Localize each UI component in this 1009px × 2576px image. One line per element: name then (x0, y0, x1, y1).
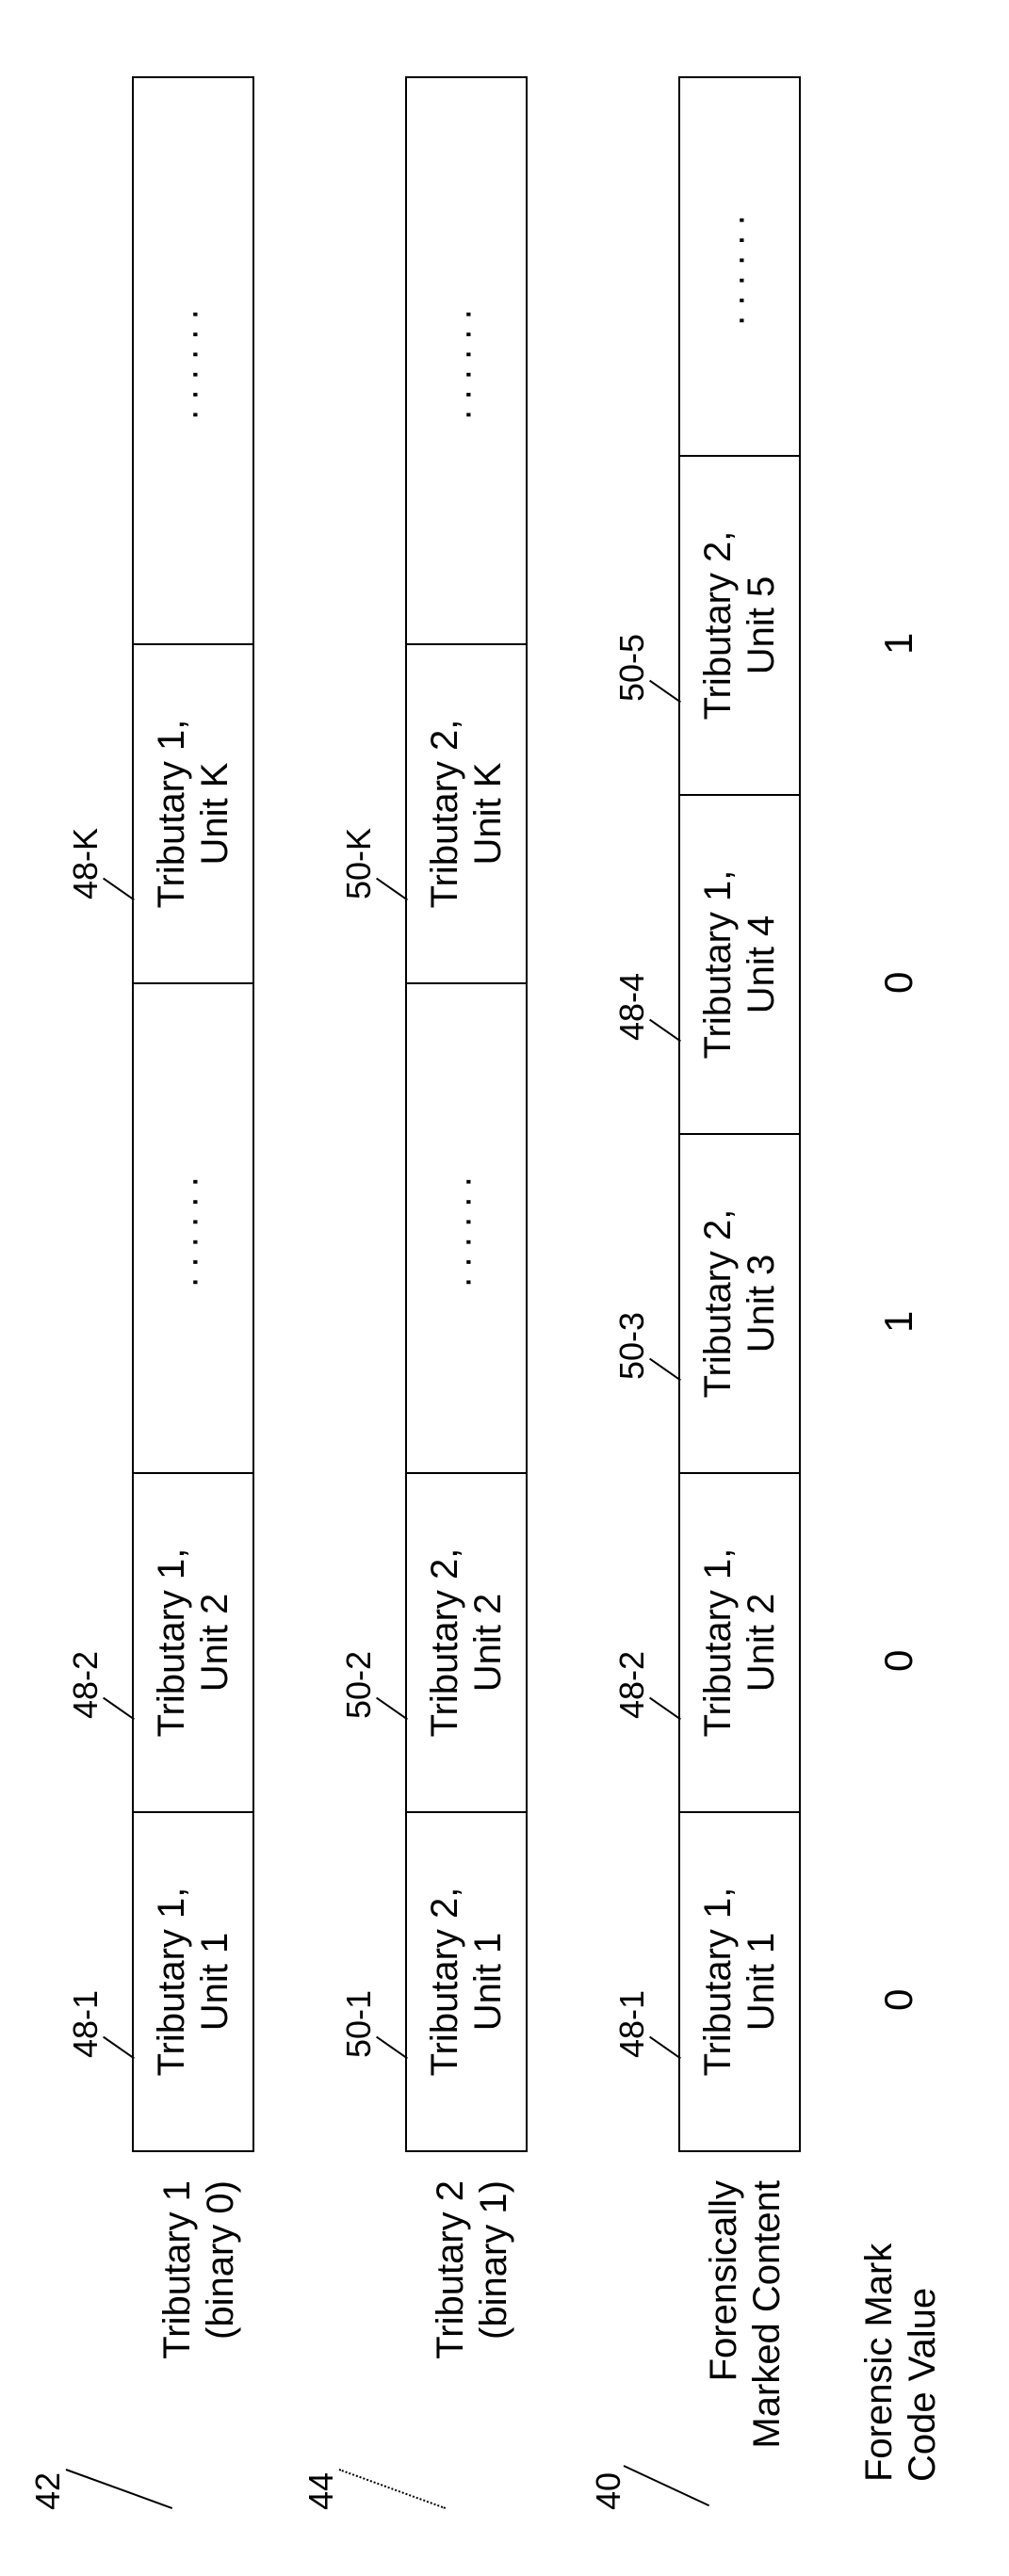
lead-line (66, 2469, 172, 2509)
row2-cell-k: Tributary 2, Unit K (407, 643, 526, 982)
row1-cell-tail: ······ (134, 78, 252, 643)
row3-ref-48-2: 48-2 (612, 1651, 652, 1719)
lead (376, 2036, 408, 2060)
row2-label: Tributary 2 (binary 1) (429, 2180, 515, 2472)
lead (649, 1358, 681, 1382)
row3-label-line1: Forensically (703, 2180, 744, 2381)
row3-ref-48-1: 48-1 (612, 1990, 652, 2058)
row1-label-line2: (binary 0) (200, 2180, 241, 2340)
row2-ref-50-k: 50-K (339, 828, 379, 899)
row1-cell-k: Tributary 1, Unit K (134, 643, 252, 982)
row1-strip: Tributary 1, Unit 1 Tributary 1, Unit 2 … (132, 76, 254, 2152)
row2-cell-1: Tributary 2, Unit 1 (407, 1811, 526, 2150)
row2-ref-50-1: 50-1 (339, 1990, 379, 2058)
lead (649, 2036, 681, 2060)
row1-cell-dots: ······ (134, 982, 252, 1472)
row3-strip: Tributary 1, Unit 1 Tributary 1, Unit 2 … (678, 76, 801, 2152)
row1-label-line1: Tributary 1 (156, 2180, 198, 2359)
row1-cell-2: Tributary 1, Unit 2 (134, 1472, 252, 1811)
row1-cell-1: Tributary 1, Unit 1 (134, 1811, 252, 2150)
lead (103, 878, 135, 901)
lead (649, 1697, 681, 1721)
row2-strip: Tributary 2, Unit 1 Tributary 2, Unit 2 … (405, 76, 528, 2152)
code-v5: 1 (876, 633, 921, 655)
ref-44: 44 (301, 2472, 341, 2510)
row3-cell-1: Tributary 1, Unit 1 (680, 1811, 799, 2150)
lead (103, 2036, 135, 2060)
row2-cell-2: Tributary 2, Unit 2 (407, 1472, 526, 1811)
row3-label: Forensically Marked Content (702, 2180, 789, 2519)
code-label-line2: Code Value (902, 2288, 943, 2482)
row3-ref-50-5: 50-5 (612, 634, 652, 702)
code-label: Forensic Mark Code Value (857, 2180, 944, 2482)
row1-ref-48-k: 48-K (66, 828, 106, 899)
row3-cell-2: Tributary 1, Unit 2 (680, 1472, 799, 1811)
lead (376, 1697, 408, 1721)
lead (649, 680, 681, 704)
row3-ref-50-3: 50-3 (612, 1312, 652, 1380)
row3-cell-3: Tributary 2, Unit 3 (680, 1133, 799, 1472)
code-v1: 0 (876, 1989, 921, 2011)
row2-label-line1: Tributary 2 (430, 2180, 471, 2359)
ref-40: 40 (589, 2472, 628, 2510)
row3-cell-tail: ······ (680, 78, 799, 455)
lead (103, 1697, 135, 1721)
lead (649, 1019, 681, 1043)
row3-cell-5: Tributary 2, Unit 5 (680, 455, 799, 794)
code-v3: 1 (876, 1311, 921, 1333)
row1-ref-48-1: 48-1 (66, 1990, 106, 2058)
lead-line (624, 2465, 709, 2506)
code-label-line1: Forensic Mark (858, 2244, 900, 2482)
lead-line (339, 2469, 446, 2509)
row3-label-line2: Marked Content (746, 2180, 788, 2449)
ref-42: 42 (28, 2472, 68, 2510)
code-v4: 0 (876, 972, 921, 994)
row1-label: Tributary 1 (binary 0) (155, 2180, 242, 2472)
row1-ref-48-2: 48-2 (66, 1651, 106, 1719)
code-v2: 0 (876, 1650, 921, 1672)
row3-cell-4: Tributary 1, Unit 4 (680, 794, 799, 1133)
row2-cell-tail: ······ (407, 78, 526, 643)
row3-ref-48-4: 48-4 (612, 973, 652, 1041)
lead (376, 878, 408, 901)
diagram-canvas: 42 Tributary 1 (binary 0) Tributary 1, U… (0, 0, 1009, 2576)
row2-label-line2: (binary 1) (473, 2180, 514, 2340)
row2-cell-dots: ······ (407, 982, 526, 1472)
row2-ref-50-2: 50-2 (339, 1651, 379, 1719)
